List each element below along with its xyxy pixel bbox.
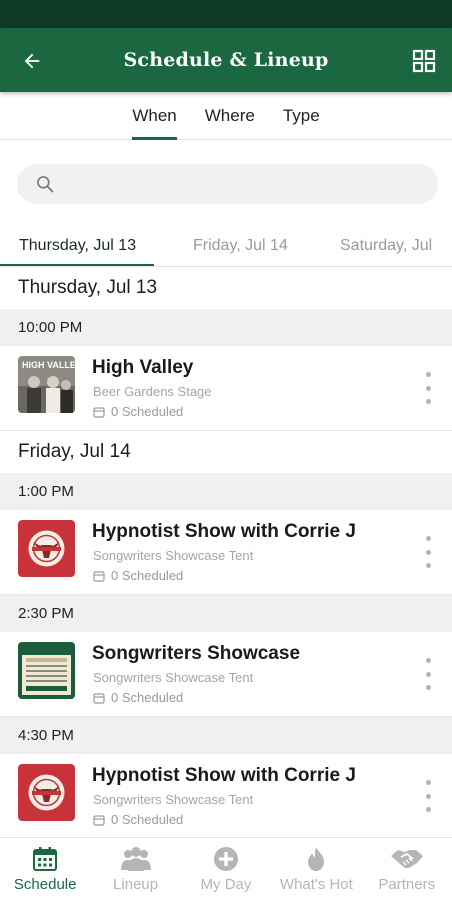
- nav-label: What's Hot: [279, 876, 353, 893]
- calendar-small-icon: [93, 406, 105, 418]
- search-input[interactable]: [65, 175, 405, 193]
- scheduled-count: 0 Scheduled: [93, 568, 183, 583]
- tab-where[interactable]: Where: [191, 92, 269, 140]
- event-thumbnail: HIGH VALLEY: [18, 356, 75, 413]
- grid-icon: [412, 49, 436, 73]
- app-bar: Schedule & Lineup: [0, 28, 452, 92]
- event-title: High Valley: [92, 357, 194, 378]
- nav-label: Schedule: [13, 876, 77, 893]
- scheduled-count: 0 Scheduled: [93, 690, 183, 705]
- nav-my-day[interactable]: My Day: [181, 838, 271, 900]
- people-icon: [120, 847, 151, 871]
- event-title: Hypnotist Show with Corrie J: [92, 765, 356, 786]
- scheduled-count: 0 Scheduled: [93, 812, 183, 827]
- thumb-text: HIGH VALLEY: [22, 360, 75, 370]
- page-title: Schedule & Lineup: [123, 49, 329, 71]
- calendar-small-icon: [93, 814, 105, 826]
- search-icon: [37, 176, 54, 193]
- more-options-button[interactable]: [420, 658, 436, 690]
- back-button[interactable]: [18, 47, 46, 75]
- event-title: Songwriters Showcase: [92, 643, 301, 664]
- scheduled-label: 0 Scheduled: [111, 812, 184, 827]
- grid-view-button[interactable]: [410, 47, 438, 75]
- search-bar[interactable]: [17, 164, 438, 204]
- nav-label: Partners: [378, 876, 436, 893]
- time-header: 2:30 PM: [0, 595, 452, 632]
- event-row[interactable]: Hypnotist Show with Corrie J Songwriters…: [0, 754, 452, 837]
- arrow-left-icon: [24, 53, 40, 69]
- bottom-nav: Schedule Lineup My Day What's Hot Partne…: [0, 837, 452, 900]
- event-row[interactable]: HIGH VALLEY High Valley Beer Gardens Sta…: [0, 346, 452, 431]
- event-row[interactable]: Songwriters Showcase Songwriters Showcas…: [0, 632, 452, 717]
- more-options-button[interactable]: [420, 372, 436, 404]
- nav-lineup[interactable]: Lineup: [90, 838, 180, 900]
- date-tab-thursday[interactable]: Thursday, Jul 13: [0, 224, 155, 266]
- event-title: Hypnotist Show with Corrie J: [92, 521, 356, 542]
- handshake-icon: [390, 850, 423, 868]
- nav-whats-hot[interactable]: What's Hot: [271, 838, 361, 900]
- tab-when[interactable]: When: [118, 92, 190, 140]
- more-options-button[interactable]: [420, 780, 436, 812]
- time-header: 4:30 PM: [0, 717, 452, 754]
- status-bar: [0, 0, 452, 28]
- scheduled-label: 0 Scheduled: [111, 568, 184, 583]
- calendar-small-icon: [93, 692, 105, 704]
- event-thumbnail: [18, 764, 75, 821]
- more-options-button[interactable]: [420, 536, 436, 568]
- nav-label: Lineup: [113, 876, 159, 893]
- tab-type[interactable]: Type: [269, 92, 334, 140]
- calendar-icon: [33, 847, 58, 871]
- event-venue: Songwriters Showcase Tent: [93, 792, 254, 807]
- schedule-list: Thursday, Jul 13 10:00 PM HIGH VALLEY Hi…: [0, 267, 452, 837]
- event-venue: Songwriters Showcase Tent: [93, 670, 254, 685]
- date-tab-friday[interactable]: Friday, Jul 14: [193, 224, 288, 266]
- nav-label: My Day: [200, 876, 252, 893]
- scheduled-label: 0 Scheduled: [111, 690, 184, 705]
- date-tab-saturday[interactable]: Saturday, Jul: [340, 224, 432, 266]
- flame-icon: [308, 847, 325, 871]
- day-header: Thursday, Jul 13: [0, 267, 452, 309]
- time-header: 1:00 PM: [0, 473, 452, 510]
- event-row[interactable]: Hypnotist Show with Corrie J Songwriters…: [0, 510, 452, 595]
- event-venue: Songwriters Showcase Tent: [93, 548, 254, 563]
- event-thumbnail: [18, 520, 75, 577]
- nav-schedule[interactable]: Schedule: [0, 838, 90, 900]
- day-header: Friday, Jul 14: [0, 431, 452, 473]
- scheduled-count: 0 Scheduled: [93, 404, 183, 419]
- filter-tabs: When Where Type: [0, 92, 452, 140]
- event-thumbnail: [18, 642, 75, 699]
- nav-partners[interactable]: Partners: [362, 838, 452, 900]
- date-tabs: Thursday, Jul 13 Friday, Jul 14 Saturday…: [0, 224, 452, 267]
- event-venue: Beer Gardens Stage: [93, 384, 212, 399]
- plus-circle-icon: [213, 847, 238, 871]
- calendar-small-icon: [93, 570, 105, 582]
- time-header: 10:00 PM: [0, 309, 452, 346]
- scheduled-label: 0 Scheduled: [111, 404, 184, 419]
